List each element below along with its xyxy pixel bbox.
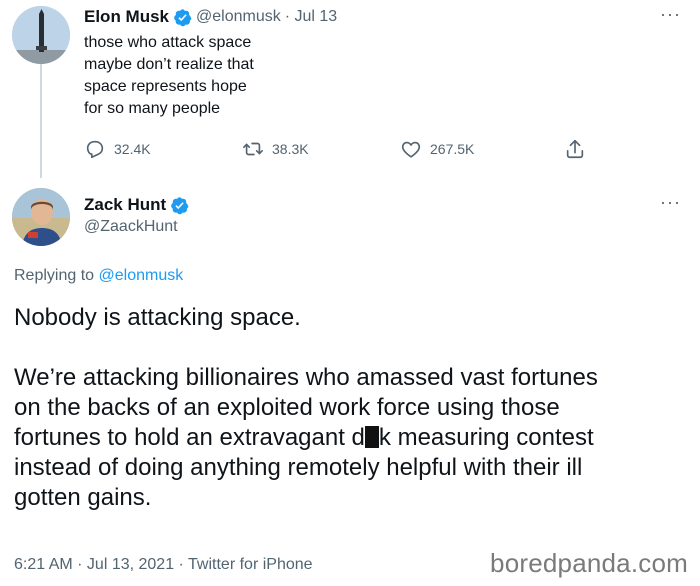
replying-to: Replying to @elonmusk bbox=[14, 267, 183, 285]
reply-button[interactable]: 32.4K bbox=[84, 138, 151, 160]
avatar-elon[interactable] bbox=[12, 6, 70, 64]
verified-badge-icon bbox=[174, 8, 192, 26]
tweet2-paragraph: Nobody is attacking space. bbox=[14, 304, 301, 331]
share-icon bbox=[566, 139, 584, 159]
author-handle[interactable]: @elonmusk bbox=[196, 8, 281, 26]
retweet-button[interactable]: 38.3K bbox=[242, 138, 309, 160]
author-name[interactable]: Elon Musk bbox=[84, 7, 169, 27]
tweet2-paragraph: We’re attacking billionaires who amassed… bbox=[14, 363, 690, 513]
tweet2-line: k measuring contest bbox=[378, 424, 594, 451]
tweet-timestamp[interactable]: 6:21 AM · Jul 13, 2021 · Twitter for iPh… bbox=[14, 556, 313, 574]
tweet1-line: maybe don’t realize that bbox=[84, 56, 254, 73]
tweet2-text: Nobody is attacking space. We’re attacki… bbox=[14, 303, 690, 513]
tweet2-line: We’re attacking billionaires who amassed… bbox=[14, 364, 598, 391]
retweet-count: 38.3K bbox=[272, 141, 309, 157]
reply-count: 32.4K bbox=[114, 141, 151, 157]
tweet-date[interactable]: · Jul 13 bbox=[285, 8, 337, 26]
more-icon[interactable]: ··· bbox=[660, 4, 681, 25]
share-button[interactable] bbox=[564, 138, 586, 160]
more-icon[interactable]: ··· bbox=[660, 192, 681, 213]
tweet2-header: Zack Hunt bbox=[84, 194, 193, 216]
retweet-icon bbox=[243, 142, 263, 156]
replying-to-label: Replying to bbox=[14, 267, 99, 284]
redaction-block bbox=[364, 426, 379, 448]
replying-to-link[interactable]: @elonmusk bbox=[99, 267, 184, 284]
author-name[interactable]: Zack Hunt bbox=[84, 195, 166, 215]
tweet2-line: gotten gains. bbox=[14, 484, 152, 511]
tweet2-line: on the backs of an exploited work force … bbox=[14, 394, 560, 421]
author-handle[interactable]: @ZaackHunt bbox=[84, 218, 178, 236]
like-count: 267.5K bbox=[430, 141, 475, 157]
verified-badge-icon bbox=[171, 196, 189, 214]
thread-line bbox=[40, 64, 42, 178]
tweet2-line: instead of doing anything remotely helpf… bbox=[14, 454, 583, 481]
tweet1-line: for so many people bbox=[84, 100, 221, 117]
tweet1-text: those who attack space maybe don’t reali… bbox=[84, 32, 344, 120]
like-button[interactable]: 267.5K bbox=[400, 138, 474, 160]
watermark: boredpanda.com bbox=[490, 548, 688, 578]
reply-icon bbox=[86, 140, 104, 159]
tweet1-line: those who attack space bbox=[84, 34, 252, 51]
like-icon bbox=[401, 141, 421, 158]
tweet1-header: Elon Musk @elonmusk · Jul 13 bbox=[84, 6, 337, 28]
avatar-zack[interactable] bbox=[12, 188, 70, 246]
tweet1-line: space represents hope bbox=[84, 78, 247, 95]
tweet2-line: fortunes to hold an extravagant d bbox=[14, 424, 365, 451]
